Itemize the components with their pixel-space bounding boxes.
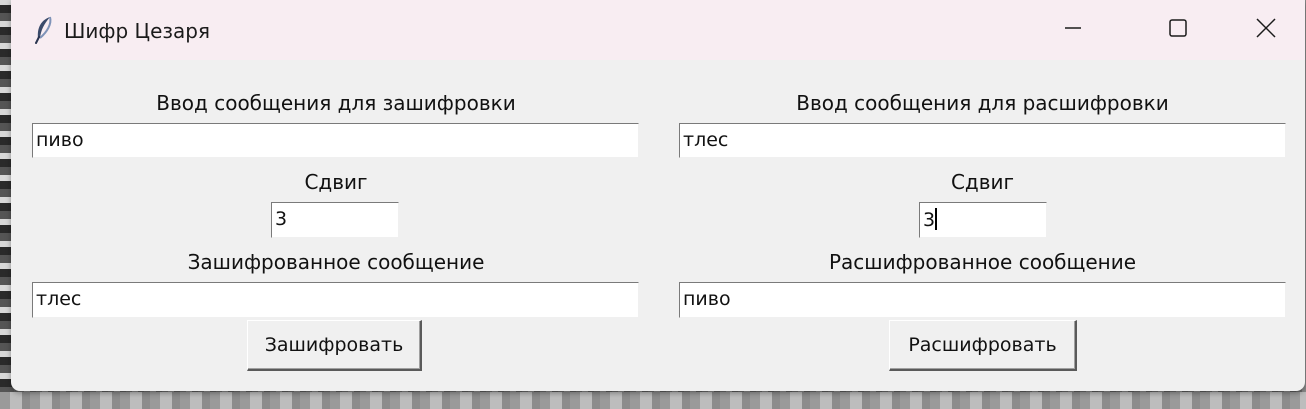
decrypt-input-label: Ввод сообщения для расшифровки (796, 91, 1169, 115)
window-title: Шифр Цезаря (64, 19, 210, 43)
decrypt-message-input[interactable]: тлес (679, 123, 1286, 158)
decrypt-shift-label: Сдвиг (950, 170, 1015, 194)
encrypt-input-label: Ввод сообщения для зашифровки (156, 91, 516, 115)
text-caret (935, 208, 938, 230)
maximize-button[interactable] (1130, 0, 1226, 60)
encrypt-shift-label: Сдвиг (304, 170, 368, 194)
close-icon (1255, 17, 1277, 43)
encrypted-message-label: Зашифрованное сообщение (187, 250, 485, 274)
maximize-icon (1168, 18, 1188, 42)
decrypt-button[interactable]: Расшифровать (889, 320, 1077, 371)
decrypted-message-output[interactable]: пиво (679, 282, 1286, 318)
feather-icon (33, 16, 55, 44)
encrypt-button[interactable]: Зашифровать (247, 320, 422, 371)
desktop-bottom-edge (0, 392, 1306, 409)
decrypt-shift-value: 3 (923, 209, 936, 231)
app-window: Шифр Цезаря Ввод сообщения для зашифровк… (11, 0, 1305, 391)
encrypt-shift-input[interactable]: 3 (271, 202, 399, 238)
decrypt-shift-input[interactable]: 3 (919, 202, 1047, 238)
decrypted-message-label: Расшифрованное сообщение (828, 250, 1137, 274)
minimize-icon (1063, 18, 1083, 42)
title-bar[interactable]: Шифр Цезаря (11, 0, 1305, 60)
encrypt-message-input[interactable]: пиво (32, 123, 639, 158)
minimize-button[interactable] (1025, 0, 1121, 60)
close-button[interactable] (1218, 0, 1305, 60)
encrypted-message-output[interactable]: тлес (32, 282, 639, 318)
